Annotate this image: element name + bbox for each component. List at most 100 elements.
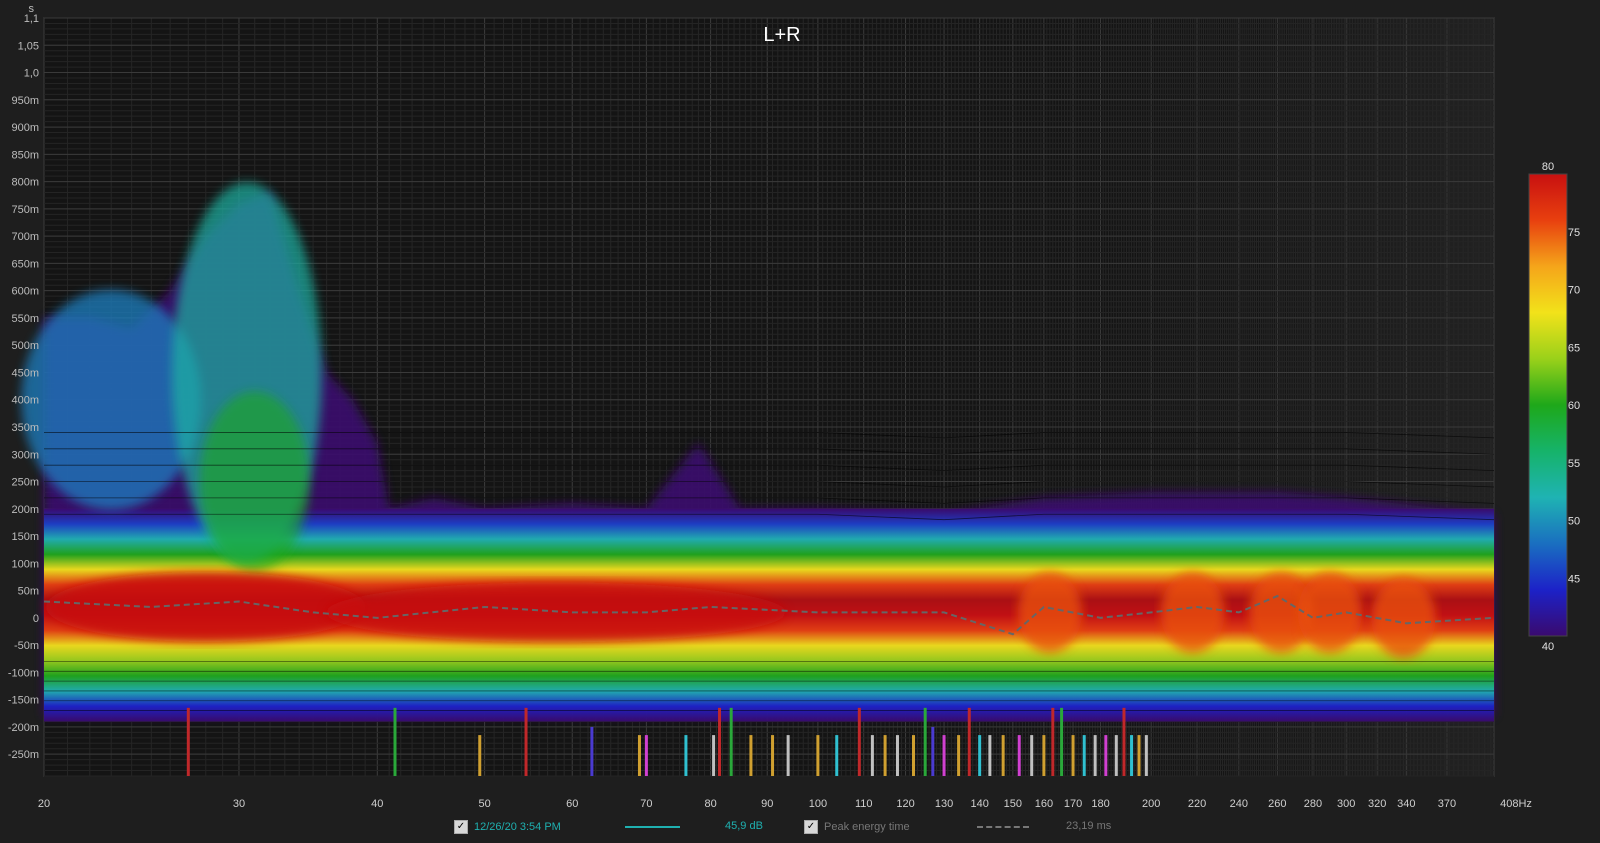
modal-marker bbox=[1114, 735, 1118, 776]
modal-marker bbox=[1030, 735, 1034, 776]
modal-marker bbox=[978, 735, 982, 776]
modal-marker bbox=[895, 735, 899, 776]
modal-marker bbox=[942, 735, 946, 776]
x-tick-label: 90 bbox=[761, 798, 773, 810]
color-scale-label: 65 bbox=[1568, 342, 1580, 354]
modal-marker bbox=[590, 726, 594, 776]
modal-marker bbox=[835, 735, 839, 776]
modal-marker bbox=[712, 735, 716, 776]
x-tick-label: 280 bbox=[1304, 798, 1322, 810]
modal-marker bbox=[870, 735, 874, 776]
modal-marker bbox=[1122, 707, 1126, 776]
y-tick-label: 500m bbox=[11, 340, 39, 352]
modal-marker bbox=[883, 735, 887, 776]
y-tick-label: 450m bbox=[11, 367, 39, 379]
y-tick-label: 750m bbox=[11, 204, 39, 216]
modal-marker bbox=[186, 707, 190, 776]
x-tick-label: 130 bbox=[935, 798, 953, 810]
modal-marker bbox=[478, 735, 482, 776]
peak-value: 23,19 ms bbox=[1066, 820, 1111, 832]
x-tick-label: 140 bbox=[970, 798, 988, 810]
modal-marker bbox=[524, 707, 528, 776]
legend-peak[interactable]: ✓ Peak energy time bbox=[804, 820, 910, 834]
y-tick-label: 650m bbox=[11, 258, 39, 270]
modal-marker bbox=[684, 735, 688, 776]
x-tick-label: 260 bbox=[1268, 798, 1286, 810]
x-tick-label: 120 bbox=[896, 798, 914, 810]
x-tick-label: 370 bbox=[1438, 798, 1456, 810]
y-tick-label: 400m bbox=[11, 395, 39, 407]
x-tick-label: 150 bbox=[1004, 798, 1022, 810]
x-tick-label: 60 bbox=[566, 798, 578, 810]
modal-marker bbox=[1051, 707, 1055, 776]
color-scale-label: 80 bbox=[1542, 161, 1554, 173]
modal-marker bbox=[637, 735, 641, 776]
y-tick-label: -100m bbox=[8, 667, 39, 679]
x-tick-label: 50 bbox=[478, 798, 490, 810]
modal-marker bbox=[1017, 735, 1021, 776]
color-scale-bar bbox=[1528, 173, 1568, 637]
modal-marker bbox=[644, 735, 648, 776]
color-scale-label: 70 bbox=[1568, 285, 1580, 297]
peak-value-text: 23,19 ms bbox=[1066, 820, 1112, 832]
modal-marker bbox=[988, 735, 992, 776]
color-scale-label: 45 bbox=[1568, 573, 1580, 585]
y-tick-label: 550m bbox=[11, 313, 39, 325]
y-tick-label: 100m bbox=[11, 558, 39, 570]
x-tick-label: 160 bbox=[1035, 798, 1053, 810]
x-tick-label: 170 bbox=[1064, 798, 1082, 810]
hot-region bbox=[1297, 572, 1362, 653]
hot-region bbox=[1160, 572, 1225, 653]
modal-marker bbox=[771, 735, 775, 776]
spectrogram-chart[interactable]: 1,11,051,0950m900m850m800m750m700m650m60… bbox=[0, 0, 1600, 820]
color-scale-label: 55 bbox=[1568, 458, 1580, 470]
y-axis-unit: s bbox=[29, 3, 35, 15]
color-scale: 80 75 70 65 60 55 50 45 40 bbox=[1528, 161, 1580, 653]
modal-marker bbox=[1130, 735, 1134, 776]
x-tick-label: 300 bbox=[1337, 798, 1355, 810]
y-tick-label: -250m bbox=[8, 749, 39, 761]
modal-marker bbox=[1137, 735, 1141, 776]
modal-marker bbox=[967, 707, 971, 776]
y-tick-label: 250m bbox=[11, 477, 39, 489]
modal-marker bbox=[1144, 735, 1148, 776]
modal-marker bbox=[1071, 735, 1075, 776]
peak-checkbox[interactable]: ✓ bbox=[804, 820, 818, 834]
modal-marker bbox=[1001, 735, 1005, 776]
measurement-checkbox[interactable]: ✓ bbox=[454, 820, 468, 834]
modal-marker bbox=[1093, 735, 1097, 776]
x-tick-label: 70 bbox=[640, 798, 652, 810]
modal-marker bbox=[1082, 735, 1086, 776]
x-tick-label: 200 bbox=[1142, 798, 1160, 810]
measurement-line-swatch bbox=[625, 820, 680, 828]
y-tick-label: 350m bbox=[11, 422, 39, 434]
x-tick-label: 100 bbox=[809, 798, 827, 810]
legend-bar: ✓ 12/26/20 3:54 PM 45,9 dB ✓ Peak energy… bbox=[0, 820, 1600, 840]
y-tick-label: -150m bbox=[8, 695, 39, 707]
legend-measurement[interactable]: ✓ 12/26/20 3:54 PM bbox=[454, 820, 561, 834]
y-tick-label: 1,0 bbox=[24, 68, 39, 80]
x-tick-label: 180 bbox=[1091, 798, 1109, 810]
color-scale-label: 75 bbox=[1568, 227, 1580, 239]
y-tick-label: 900m bbox=[11, 122, 39, 134]
modal-marker bbox=[786, 735, 790, 776]
x-tick-label: 110 bbox=[855, 798, 873, 810]
y-tick-label: 300m bbox=[11, 449, 39, 461]
color-scale-label: 50 bbox=[1568, 516, 1580, 528]
y-tick-label: 150m bbox=[11, 531, 39, 543]
y-tick-label: 800m bbox=[11, 177, 39, 189]
y-tick-label: -200m bbox=[8, 722, 39, 734]
modal-marker bbox=[1060, 707, 1064, 776]
y-tick-label: 0 bbox=[33, 613, 39, 625]
hot-region-28hz bbox=[45, 571, 366, 642]
measurement-value-text: 45,9 dB bbox=[725, 820, 763, 832]
hot-region-58hz bbox=[325, 582, 786, 643]
y-tick-label: 700m bbox=[11, 231, 39, 243]
modal-marker bbox=[857, 707, 861, 776]
x-tick-label: 20 bbox=[38, 798, 50, 810]
x-tick-label: 408Hz bbox=[1500, 798, 1532, 810]
modal-marker bbox=[749, 735, 753, 776]
y-tick-label: 600m bbox=[11, 286, 39, 298]
modal-marker bbox=[1104, 735, 1108, 776]
peak-line-swatch bbox=[977, 820, 1029, 828]
